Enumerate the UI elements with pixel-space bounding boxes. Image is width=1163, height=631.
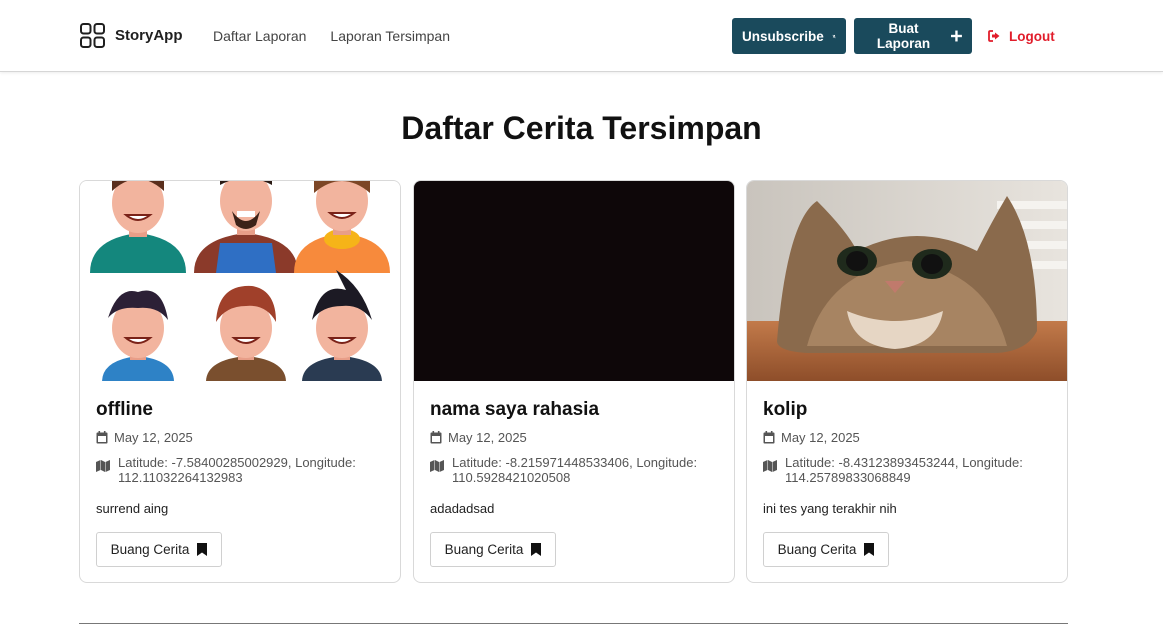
story-image-cat-photo — [747, 181, 1067, 381]
top-navbar: StoryApp Daftar Laporan Laporan Tersimpa… — [0, 0, 1163, 72]
map-icon — [430, 460, 444, 472]
brand[interactable]: StoryApp — [80, 23, 183, 48]
story-description: adadadsad — [430, 501, 495, 516]
nav-daftar-laporan[interactable]: Daftar Laporan — [213, 28, 306, 44]
story-location-text: Latitude: -7.58400285002929, Longitude: … — [118, 455, 356, 485]
story-card: kolip May 12, 2025 Latitude: -8.43123893… — [746, 180, 1068, 583]
story-title: nama saya rahasia — [430, 399, 600, 420]
story-location: Latitude: -8.215971448533406, Longitude:… — [430, 455, 720, 485]
footer-divider — [79, 623, 1068, 624]
calendar-icon — [763, 431, 775, 444]
plus-icon — [951, 30, 962, 42]
story-date: May 12, 2025 — [430, 430, 527, 445]
story-card: offline May 12, 2025 Latitude: -7.584002… — [79, 180, 401, 583]
grid-logo-icon — [80, 23, 105, 48]
bookmark-icon — [531, 543, 542, 556]
story-image-cartoon-avatars — [80, 181, 400, 381]
logout-label: Logout — [1009, 28, 1055, 44]
story-date-text: May 12, 2025 — [781, 430, 860, 445]
main-nav: Daftar Laporan Laporan Tersimpan — [213, 28, 450, 44]
story-location-text: Latitude: -8.215971448533406, Longitude:… — [452, 455, 698, 485]
unsubscribe-label: Unsubscribe — [742, 28, 824, 44]
story-date: May 12, 2025 — [96, 430, 193, 445]
buang-cerita-label: Buang Cerita — [777, 542, 857, 557]
logout-icon — [988, 30, 1000, 42]
story-location-text: Latitude: -8.43123893453244, Longitude: … — [785, 455, 1023, 485]
story-title: offline — [96, 399, 153, 420]
story-location: Latitude: -7.58400285002929, Longitude: … — [96, 455, 386, 485]
buang-cerita-button[interactable]: Buang Cerita — [430, 532, 556, 567]
buat-laporan-label: Buat Laporan — [876, 21, 931, 51]
header-actions: Unsubscribe Buat Laporan Logout — [732, 18, 1060, 54]
story-date-text: May 12, 2025 — [114, 430, 193, 445]
map-icon — [763, 460, 777, 472]
buang-cerita-label: Buang Cerita — [444, 542, 524, 557]
buang-cerita-label: Buang Cerita — [110, 542, 190, 557]
map-icon — [96, 460, 110, 472]
buang-cerita-button[interactable]: Buang Cerita — [96, 532, 222, 567]
nav-laporan-tersimpan[interactable]: Laporan Tersimpan — [330, 28, 450, 44]
page-title: Daftar Cerita Tersimpan — [401, 110, 762, 146]
story-date-text: May 12, 2025 — [448, 430, 527, 445]
story-location: Latitude: -8.43123893453244, Longitude: … — [763, 455, 1053, 485]
calendar-icon — [430, 431, 442, 444]
buat-laporan-button[interactable]: Buat Laporan — [854, 18, 972, 54]
story-description: ini tes yang terakhir nih — [763, 501, 897, 516]
story-date: May 12, 2025 — [763, 430, 860, 445]
story-image-dark-photo — [414, 181, 734, 381]
logout-link[interactable]: Logout — [988, 29, 1060, 44]
calendar-icon — [96, 431, 108, 444]
unsubscribe-button[interactable]: Unsubscribe — [732, 18, 846, 54]
bookmark-icon — [197, 543, 208, 556]
brand-name: StoryApp — [115, 27, 183, 44]
bell-slash-icon — [831, 34, 836, 38]
story-title: kolip — [763, 399, 808, 420]
buang-cerita-button[interactable]: Buang Cerita — [763, 532, 889, 567]
story-card: nama saya rahasia May 12, 2025 Latitude:… — [413, 180, 735, 583]
bookmark-icon — [864, 543, 875, 556]
story-description: surrend aing — [96, 501, 169, 516]
